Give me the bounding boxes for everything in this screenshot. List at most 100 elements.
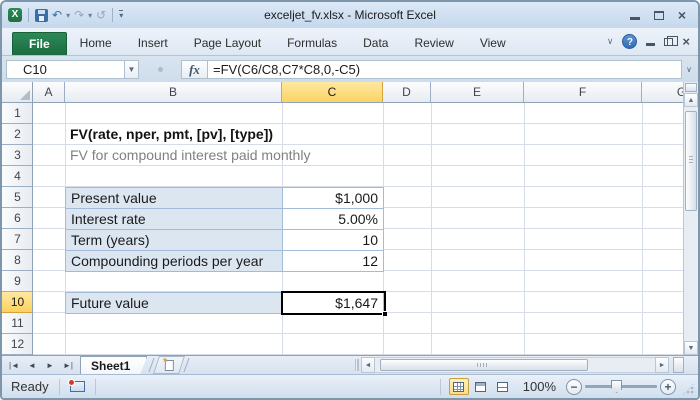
vertical-scrollbar[interactable]: ▲ ▼	[683, 82, 698, 355]
customize-qat-dropdown-icon[interactable]: ▾	[119, 10, 124, 20]
cell-B10[interactable]: Future value	[65, 292, 283, 314]
workbook-restore-icon[interactable]	[664, 35, 679, 46]
sheet-nav-buttons: |◄ ◄ ► ►|	[2, 356, 80, 374]
row-headers: 1 2 3 4 5 6 7 8 9 10 11 12	[2, 103, 33, 355]
column-header-A[interactable]: A	[33, 82, 65, 102]
undo-dropdown-icon[interactable]: ▾	[66, 11, 70, 20]
formula-bar-resize-handle[interactable]	[139, 60, 181, 79]
cell-B2[interactable]: FV(rate, nper, pmt, [pv], [type])	[65, 124, 273, 146]
tab-home[interactable]: Home	[67, 32, 125, 55]
scroll-left-icon[interactable]: ◄	[361, 357, 375, 373]
separator	[94, 378, 96, 395]
resize-grip-icon[interactable]	[682, 382, 695, 395]
tab-insert[interactable]: Insert	[125, 32, 181, 55]
sheet-tab-sheet1[interactable]: Sheet1	[80, 356, 147, 374]
cell-C8[interactable]: 12	[282, 250, 384, 272]
insert-worksheet-icon[interactable]	[153, 356, 186, 374]
active-cell-border	[281, 291, 387, 316]
prev-sheet-icon[interactable]: ◄	[24, 361, 40, 370]
cell-C5[interactable]: $1,000	[282, 187, 384, 209]
zoom-level[interactable]: 100%	[523, 379, 556, 394]
tab-review[interactable]: Review	[401, 32, 466, 55]
last-sheet-icon[interactable]: ►|	[60, 361, 76, 370]
expand-formula-bar-icon[interactable]: ∨	[682, 60, 696, 79]
row-header-3[interactable]: 3	[2, 145, 32, 166]
first-sheet-icon[interactable]: |◄	[6, 361, 22, 370]
column-header-D[interactable]: D	[383, 82, 431, 102]
repeat-icon[interactable]: ↺	[96, 8, 106, 22]
cell-C7[interactable]: 10	[282, 229, 384, 251]
row-header-7[interactable]: 7	[2, 229, 32, 250]
column-header-E[interactable]: E	[431, 82, 524, 102]
window-controls: ×	[629, 8, 692, 22]
redo-dropdown-icon[interactable]: ▾	[88, 11, 92, 20]
normal-view-button[interactable]	[448, 378, 469, 395]
page-layout-view-button[interactable]	[471, 378, 491, 395]
worksheet-area: ABCDEFG 123456789101112 FV(rate, nper, p…	[2, 82, 698, 355]
horizontal-scroll-track[interactable]	[375, 357, 655, 373]
name-box[interactable]: C10	[6, 59, 124, 79]
vertical-scroll-thumb[interactable]	[685, 111, 697, 211]
tab-formulas[interactable]: Formulas	[274, 32, 350, 55]
row-header-11[interactable]: 11	[2, 313, 32, 334]
select-all-corner[interactable]	[2, 82, 33, 103]
undo-icon[interactable]: ↶	[52, 8, 62, 22]
tab-split-handle[interactable]	[355, 359, 359, 371]
cell-B7[interactable]: Term (years)	[65, 229, 283, 251]
cell-C6[interactable]: 5.00%	[282, 208, 384, 230]
tab-data[interactable]: Data	[350, 32, 401, 55]
name-box-dropdown-icon[interactable]: ▼	[124, 59, 139, 79]
split-box-handle[interactable]	[685, 83, 697, 92]
workbook-minimize-icon[interactable]	[646, 42, 656, 46]
row-header-4[interactable]: 4	[2, 166, 32, 187]
zoom-out-icon[interactable]: −	[566, 378, 582, 395]
cell-B5[interactable]: Present value	[65, 187, 283, 209]
zoom-in-icon[interactable]: +	[660, 378, 676, 395]
cell-B6[interactable]: Interest rate	[65, 208, 283, 230]
formula-input[interactable]: =FV(C6/C8,C7*C8,0,-C5)	[207, 59, 682, 79]
horizontal-scrollbar[interactable]: ◄ ►	[361, 357, 669, 373]
redo-icon[interactable]: ↷	[74, 8, 84, 22]
scroll-down-icon[interactable]: ▼	[684, 341, 698, 355]
maximize-icon[interactable]	[653, 10, 664, 20]
tab-scroll-split-box[interactable]	[673, 357, 684, 373]
horizontal-scroll-thumb[interactable]	[380, 359, 588, 371]
page-break-view-button[interactable]	[493, 378, 513, 395]
scroll-right-icon[interactable]: ►	[655, 357, 669, 373]
column-header-B[interactable]: B	[65, 82, 282, 102]
tab-page-layout[interactable]: Page Layout	[181, 32, 274, 55]
next-sheet-icon[interactable]: ►	[42, 361, 58, 370]
vertical-scroll-track[interactable]	[684, 107, 698, 341]
row-header-2[interactable]: 2	[2, 124, 32, 145]
row-header-6[interactable]: 6	[2, 208, 32, 229]
zoom-slider-thumb[interactable]	[611, 380, 622, 393]
macro-record-icon[interactable]	[67, 379, 85, 392]
fill-handle[interactable]	[382, 311, 387, 316]
insert-function-icon[interactable]: fx	[181, 59, 207, 79]
close-icon[interactable]: ×	[678, 8, 686, 22]
tab-file[interactable]: File	[12, 32, 67, 55]
tab-view[interactable]: View	[467, 32, 519, 55]
workbook-close-icon[interactable]: ×	[682, 35, 690, 48]
view-shortcuts	[448, 378, 513, 395]
row-header-10[interactable]: 10	[2, 292, 32, 313]
column-header-C[interactable]: C	[282, 82, 383, 102]
scroll-up-icon[interactable]: ▲	[684, 93, 698, 107]
save-icon[interactable]	[35, 8, 48, 22]
expand-ribbon-icon[interactable]: ∨	[607, 36, 614, 47]
cell-B3[interactable]: FV for compound interest paid monthly	[65, 145, 310, 167]
row-header-12[interactable]: 12	[2, 334, 32, 355]
column-header-G[interactable]: G	[642, 82, 683, 102]
row-header-1[interactable]: 1	[2, 103, 32, 124]
row-header-5[interactable]: 5	[2, 187, 32, 208]
excel-logo-icon[interactable]: X	[8, 8, 22, 22]
zoom-slider[interactable]	[585, 380, 657, 393]
cell-grid[interactable]: FV(rate, nper, pmt, [pv], [type]) FV for …	[33, 103, 683, 355]
help-icon[interactable]: ?	[622, 34, 638, 49]
cell-B8[interactable]: Compounding periods per year	[65, 250, 283, 272]
row-header-9[interactable]: 9	[2, 271, 32, 292]
column-header-F[interactable]: F	[524, 82, 642, 102]
minimize-icon[interactable]	[629, 16, 640, 20]
sheet-tab-bar: |◄ ◄ ► ►| Sheet1 ◄ ►	[2, 355, 698, 374]
row-header-8[interactable]: 8	[2, 250, 32, 271]
